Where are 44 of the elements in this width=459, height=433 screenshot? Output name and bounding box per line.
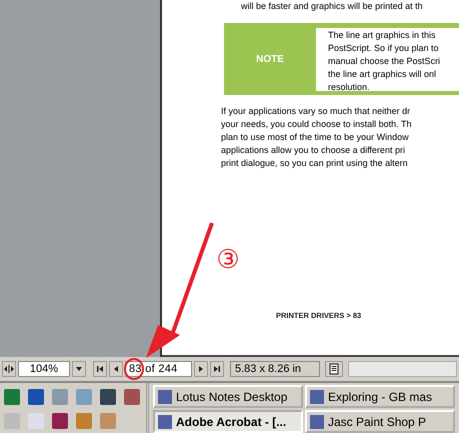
taskbar-button[interactable]: Lotus Notes Desktop — [153, 385, 303, 408]
note-label: NOTE — [255, 53, 285, 67]
app-icon — [310, 414, 324, 428]
app-icon[interactable] — [52, 413, 68, 429]
note-text-line: manual choose the PostScri — [328, 55, 442, 68]
last-page-icon[interactable] — [210, 361, 224, 377]
taskbar-button[interactable]: Adobe Acrobat - [... — [153, 410, 303, 433]
zoom-field[interactable]: 104% — [18, 361, 70, 377]
next-page-icon[interactable] — [194, 361, 208, 377]
taskbar-button[interactable]: Jasc Paint Shop P — [305, 410, 455, 433]
note-text-line: The line art graphics in this — [328, 29, 437, 42]
app-icon[interactable] — [76, 389, 92, 405]
app-icon — [158, 390, 172, 404]
app-icon[interactable] — [100, 413, 116, 429]
first-page-icon[interactable] — [93, 361, 107, 377]
horizontal-scrollbar[interactable] — [348, 361, 457, 377]
app-icon[interactable] — [124, 389, 140, 405]
app-icon[interactable] — [28, 389, 44, 405]
paragraph-line: your needs, you could choose to install both. Th — [221, 118, 412, 131]
app-icon[interactable] — [76, 413, 92, 429]
dropdown-icon[interactable] — [72, 361, 86, 377]
split-icon[interactable] — [2, 361, 16, 377]
app-icon[interactable] — [4, 413, 20, 429]
highlight-circle — [124, 358, 144, 380]
note-text-line: PostScript. So if you plan to — [328, 42, 440, 55]
taskbar-button[interactable]: Exploring - GB mas — [305, 385, 455, 408]
paragraph-line: applications allow you to choose a different pri — [221, 144, 406, 157]
previous-page-icon[interactable] — [109, 361, 123, 377]
app-icon — [310, 390, 324, 404]
app-icon[interactable] — [28, 413, 44, 429]
app-icon — [158, 414, 172, 428]
body-text: will be faster and graphics will be printed at th — [241, 1, 424, 11]
note-text-line: resolution. — [328, 81, 371, 94]
paragraph-line: print dialogue, so you can print using the altern — [221, 157, 409, 170]
circled-number: ③ — [216, 245, 240, 275]
note-text-line: the line art graphics will onl — [328, 68, 438, 81]
app-icon[interactable] — [52, 389, 68, 405]
app-icon[interactable] — [100, 389, 116, 405]
page-layout-icon[interactable] — [325, 361, 343, 377]
paragraph-line: plan to use most of the time to be your Window — [221, 131, 410, 144]
page-size-field: 5.83 x 8.26 in — [230, 361, 320, 377]
page-number-field[interactable]: 83 of 244 — [125, 361, 192, 377]
paragraph-line: If your applications vary so much that neither dr — [221, 105, 412, 118]
app-icon[interactable] — [4, 389, 20, 405]
